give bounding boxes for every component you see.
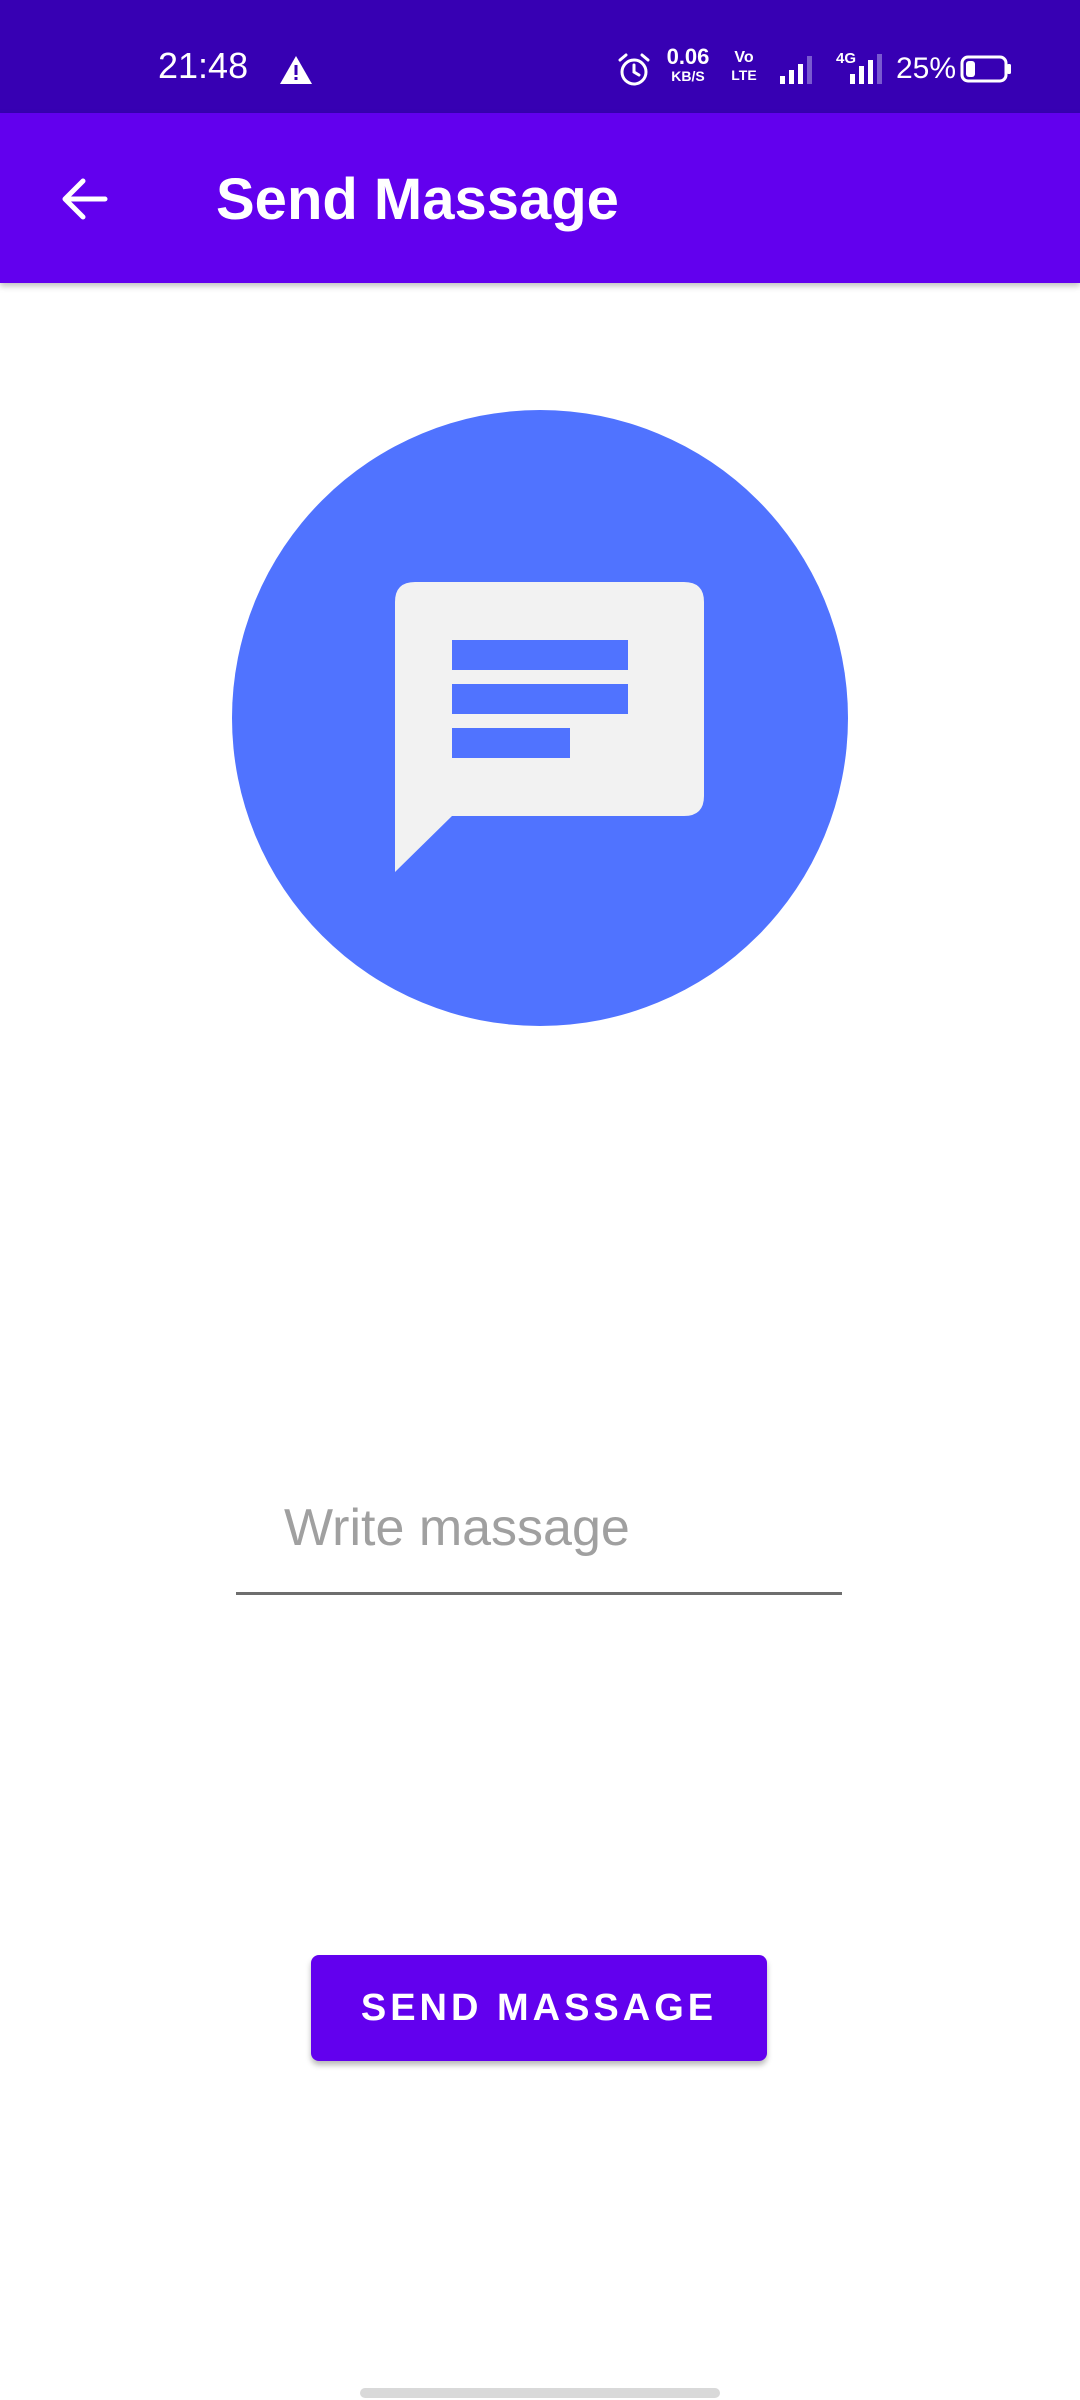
- page-title: Send Massage: [216, 167, 619, 232]
- volte-top-label: Vo: [734, 49, 754, 66]
- volte-bottom-label: LTE: [731, 67, 757, 83]
- send-message-button[interactable]: SEND MASSAGE: [311, 1955, 767, 2061]
- app-bar: Send Massage: [0, 113, 1080, 283]
- status-time: 21:48: [158, 45, 249, 86]
- battery-percent: 25%: [896, 52, 957, 85]
- message-input[interactable]: [236, 1470, 842, 1592]
- warning-icon: [278, 54, 314, 86]
- net-speed-value: 0.06: [666, 44, 710, 69]
- back-button[interactable]: [40, 157, 130, 241]
- message-field: [236, 1470, 842, 1595]
- signal-icon: [848, 52, 884, 86]
- arrow-back-icon: [62, 178, 108, 220]
- message-image: [232, 410, 848, 1026]
- send-massage-screen: 21:48 0.06 KB/S Vo LTE 4G 25% Send Massa…: [0, 0, 1080, 2400]
- net-speed-indicator: 0.06 KB/S: [662, 44, 714, 84]
- gesture-navigation-bar[interactable]: [360, 2388, 720, 2398]
- alarm-icon: [616, 52, 652, 88]
- volte-indicator: Vo LTE: [724, 49, 764, 83]
- status-bar: 21:48 0.06 KB/S Vo LTE 4G 25%: [0, 0, 1080, 113]
- net-speed-unit: KB/S: [671, 68, 705, 84]
- message-icon: [232, 410, 848, 1026]
- battery-icon: [960, 54, 1012, 84]
- signal-icon: [778, 52, 818, 86]
